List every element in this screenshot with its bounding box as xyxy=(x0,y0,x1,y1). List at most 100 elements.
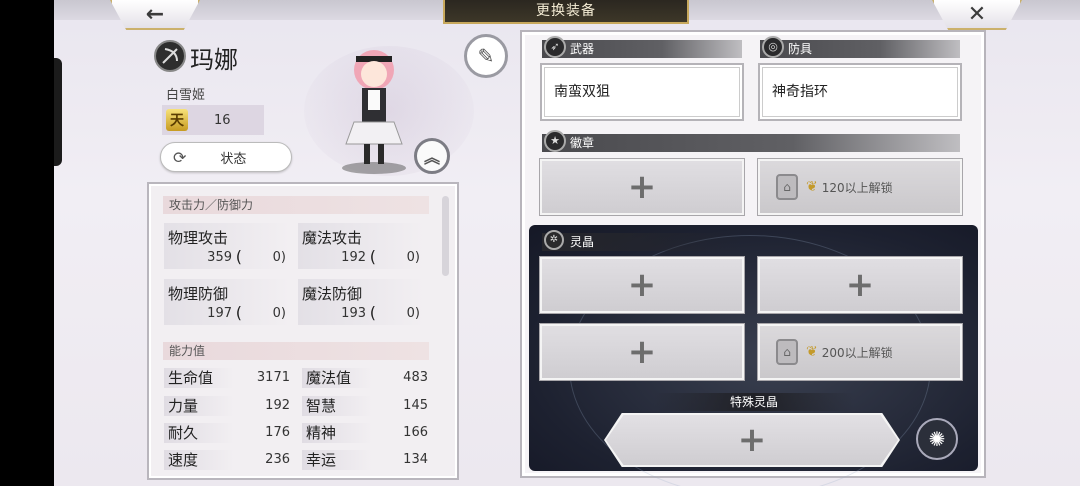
ability-value: 236 xyxy=(265,452,290,467)
ability-row: 生命值 3171 xyxy=(164,368,290,388)
armor-header: ◎ 防具 xyxy=(760,36,960,58)
ability-label: 生命值 xyxy=(164,368,234,388)
character-name: 玛娜 xyxy=(190,46,238,74)
star-icon: ★ xyxy=(544,130,566,152)
crystal-slot-add-button[interactable]: + xyxy=(539,256,745,314)
ability-label: 智慧 xyxy=(302,396,372,416)
attack-defense-header: 攻击力／防御力 xyxy=(163,196,429,214)
close-button[interactable]: ✕ xyxy=(932,0,1022,30)
rank-icon: 天 xyxy=(166,109,188,131)
ability-value: 176 xyxy=(265,425,290,440)
sunburst-icon: ✺ xyxy=(928,427,946,451)
special-crystal-add-button[interactable]: + xyxy=(606,415,898,465)
stat-base: 359 xyxy=(207,250,232,265)
character-title: 白雪姬 xyxy=(166,88,206,103)
stats-scrollbar[interactable] xyxy=(442,196,449,276)
crystal-slot-add-button[interactable]: + xyxy=(757,256,963,314)
weapon-slot[interactable]: 南蛮双狙 xyxy=(540,63,744,121)
stat-bracket: ( xyxy=(235,303,242,322)
bow-icon: ➶ xyxy=(544,36,566,58)
side-tab[interactable] xyxy=(54,58,62,166)
plus-icon: + xyxy=(627,167,657,207)
plus-icon: + xyxy=(627,332,657,372)
equipment-screen: ← 更换装备 ✕ 玛娜 白雪姬 天 16 ⟳ 状态 ✎ ︽ 攻击力／防御力 物理… xyxy=(54,0,1080,486)
stat-bracket: ( xyxy=(235,247,242,266)
ability-row: 精神 166 xyxy=(302,423,428,443)
stat-physical-defense: 物理防御 197 ( 0) xyxy=(164,279,290,325)
stat-bonus: 0) xyxy=(272,306,286,321)
ability-header: 能力值 xyxy=(163,342,429,360)
back-button[interactable]: ← xyxy=(110,0,200,30)
ability-row: 力量 192 xyxy=(164,396,290,416)
ability-label: 魔法值 xyxy=(302,368,372,388)
ability-label: 幸运 xyxy=(302,450,372,470)
stat-base: 197 xyxy=(207,306,232,321)
unlock-requirement: 120以上解锁 xyxy=(821,180,893,195)
bow-class-icon xyxy=(154,40,186,72)
ability-value: 192 xyxy=(265,398,290,413)
ability-value: 166 xyxy=(403,425,428,440)
plus-icon: + xyxy=(845,265,875,305)
ability-row: 智慧 145 xyxy=(302,396,428,416)
ability-label: 力量 xyxy=(164,396,234,416)
armor-slot[interactable]: 神奇指环 xyxy=(758,63,962,121)
ability-value: 145 xyxy=(403,398,428,413)
ability-row: 魔法值 483 xyxy=(302,368,428,388)
notes-button[interactable]: ✎ xyxy=(464,34,508,78)
crystal-header-label: 灵晶 xyxy=(570,235,595,249)
auto-equip-button[interactable]: ✺ xyxy=(916,418,958,460)
badge-slot-add-button[interactable]: + xyxy=(539,158,745,216)
stat-magic-defense: 魔法防御 193 ( 0) xyxy=(298,279,424,325)
close-icon: ✕ xyxy=(967,1,987,27)
lock-icon: ⌂ xyxy=(776,174,798,200)
stat-bracket: ( xyxy=(369,247,376,266)
ability-label: 耐久 xyxy=(164,423,234,443)
badge-header-label: 徽章 xyxy=(570,136,595,150)
character-portrait xyxy=(342,50,406,174)
ability-value: 483 xyxy=(403,370,428,385)
ability-value: 134 xyxy=(403,452,428,467)
ability-row: 耐久 176 xyxy=(164,423,290,443)
stat-label: 魔法攻击 xyxy=(302,229,363,247)
stat-physical-attack: 物理攻击 359 ( 0) xyxy=(164,223,290,269)
plus-icon: + xyxy=(737,420,767,460)
badge-header: ★ 徽章 xyxy=(542,130,960,152)
refresh-icon: ⟳ xyxy=(173,147,187,167)
weapon-header-label: 武器 xyxy=(570,42,595,56)
document-icon: ✎ xyxy=(477,44,495,68)
ability-row: 幸运 134 xyxy=(302,450,428,470)
rank-box: 天 16 xyxy=(162,105,264,135)
stat-bonus: 0) xyxy=(406,306,420,321)
unlock-requirement: 200以上解锁 xyxy=(821,345,893,360)
special-crystal-label: 特殊灵晶 xyxy=(654,393,854,411)
crystal-header: ✲ 灵晶 xyxy=(542,230,742,251)
stat-base: 193 xyxy=(341,306,366,321)
plus-icon: + xyxy=(627,265,657,305)
stat-label: 魔法防御 xyxy=(302,285,363,303)
stat-magic-attack: 魔法攻击 192 ( 0) xyxy=(298,223,424,269)
status-button-label: 状态 xyxy=(220,151,247,167)
stat-bonus: 0) xyxy=(406,250,420,265)
ability-row: 速度 236 xyxy=(164,450,290,470)
stat-bonus: 0) xyxy=(272,250,286,265)
ability-label: 速度 xyxy=(164,450,234,470)
stat-base: 192 xyxy=(341,250,366,265)
rank-value: 16 xyxy=(214,112,231,128)
ring-icon: ◎ xyxy=(762,36,784,58)
expand-up-button[interactable]: ︽ xyxy=(414,138,450,174)
crystal-gear-icon: ✲ xyxy=(544,230,564,250)
crystal-slot-add-button[interactable]: + xyxy=(539,323,745,381)
wing-icon: ❦ xyxy=(806,179,818,195)
armor-header-label: 防具 xyxy=(788,42,813,56)
back-arrow-icon: ← xyxy=(145,1,165,27)
crystal-slot-locked: ⌂ ❦ 200以上解锁 xyxy=(757,323,963,381)
stat-label: 物理防御 xyxy=(168,285,229,303)
double-chevron-up-icon: ︽ xyxy=(423,148,440,167)
weapon-header: ➶ 武器 xyxy=(542,36,742,58)
wing-icon: ❦ xyxy=(806,344,818,360)
badge-slot-locked: ⌂ ❦ 120以上解锁 xyxy=(757,158,963,216)
page-title: 更换装备 xyxy=(443,0,689,24)
ability-value: 3171 xyxy=(256,370,290,385)
status-button[interactable]: ⟳ 状态 xyxy=(160,142,292,172)
lock-icon: ⌂ xyxy=(776,339,798,365)
